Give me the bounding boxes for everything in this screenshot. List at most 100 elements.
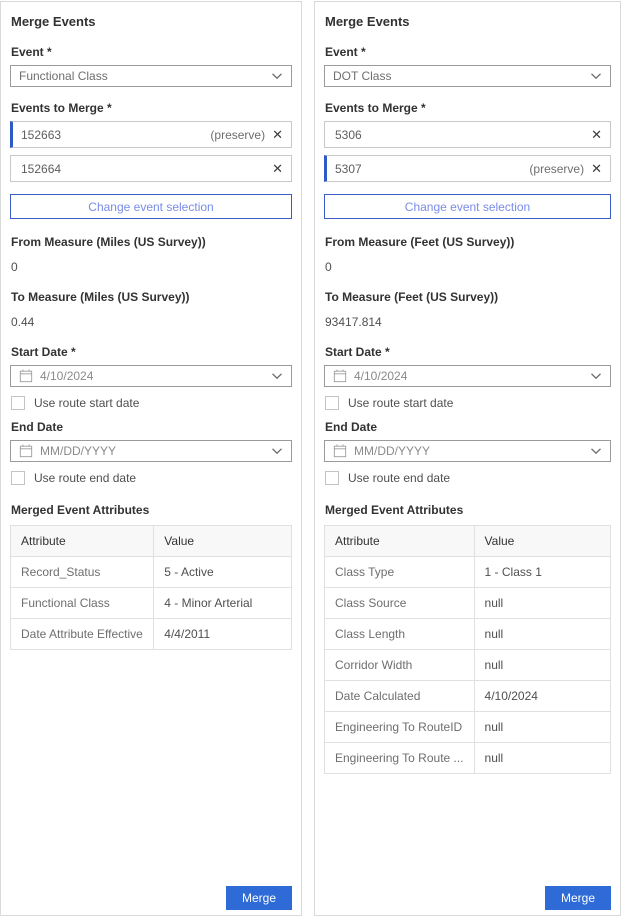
from-measure-label: From Measure (Miles (US Survey)) (11, 235, 292, 249)
use-route-start-date-checkbox[interactable] (325, 396, 339, 410)
end-date-picker[interactable]: MM/DD/YYYY (10, 440, 292, 462)
start-date-picker[interactable]: 4/10/2024 (10, 365, 292, 387)
event-id-input[interactable]: 5307 (preserve) ✕ (324, 155, 611, 182)
event-field: Event * Functional Class (10, 45, 292, 87)
chevron-down-icon (590, 442, 602, 460)
event-id-value: 152663 (21, 128, 210, 142)
use-route-end-date-label: Use route end date (34, 471, 136, 485)
event-id-input[interactable]: 5306 ✕ (324, 121, 611, 148)
event-id-input[interactable]: 152663 (preserve) ✕ (10, 121, 292, 148)
value-cell: null (474, 619, 610, 650)
use-route-end-date-row: Use route end date (11, 471, 292, 485)
calendar-icon (19, 369, 33, 383)
merge-events-panel-right: Merge Events Event * DOT Class Events to… (314, 1, 621, 916)
start-date-label: Start Date * (325, 345, 611, 359)
value-cell: 1 - Class 1 (474, 557, 610, 588)
end-date-picker[interactable]: MM/DD/YYYY (324, 440, 611, 462)
events-to-merge-label: Events to Merge * (11, 101, 292, 115)
chevron-down-icon (271, 442, 283, 460)
use-route-start-date-label: Use route start date (348, 396, 453, 410)
from-measure-label: From Measure (Feet (US Survey)) (325, 235, 611, 249)
attribute-cell: Corridor Width (325, 650, 475, 681)
value-cell: 4 - Minor Arterial (154, 588, 292, 619)
attribute-cell: Engineering To Route ... (325, 743, 475, 774)
attribute-column-header: Attribute (325, 526, 475, 557)
table-row: Engineering To RouteIDnull (325, 712, 611, 743)
merged-event-attributes-table: Attribute Value Record_Status5 - ActiveF… (10, 525, 292, 650)
chevron-down-icon (590, 72, 602, 80)
chevron-down-icon (271, 367, 283, 385)
to-measure-label: To Measure (Miles (US Survey)) (11, 290, 292, 304)
merged-event-attributes-table: Attribute Value Class Type1 - Class 1Cla… (324, 525, 611, 774)
merge-button[interactable]: Merge (226, 886, 292, 910)
close-icon[interactable]: ✕ (272, 162, 283, 175)
close-icon[interactable]: ✕ (272, 128, 283, 141)
table-row: Date Calculated4/10/2024 (325, 681, 611, 712)
calendar-icon (333, 444, 347, 458)
change-event-selection-button[interactable]: Change event selection (324, 194, 611, 219)
event-select-value: DOT Class (333, 69, 590, 83)
event-label: Event * (325, 45, 611, 59)
value-cell: null (474, 712, 610, 743)
attribute-cell: Date Calculated (325, 681, 475, 712)
end-date-label: End Date (11, 420, 292, 434)
use-route-start-date-row: Use route start date (11, 396, 292, 410)
to-measure-label: To Measure (Feet (US Survey)) (325, 290, 611, 304)
attribute-cell: Functional Class (11, 588, 154, 619)
end-date-placeholder: MM/DD/YYYY (354, 444, 583, 458)
event-id-input[interactable]: 152664 ✕ (10, 155, 292, 182)
use-route-start-date-row: Use route start date (325, 396, 611, 410)
use-route-end-date-checkbox[interactable] (325, 471, 339, 485)
start-date-label: Start Date * (11, 345, 292, 359)
preserve-badge: (preserve) (210, 128, 265, 142)
value-column-header: Value (154, 526, 292, 557)
close-icon[interactable]: ✕ (591, 162, 602, 175)
use-route-start-date-checkbox[interactable] (11, 396, 25, 410)
event-id-value: 152664 (21, 162, 265, 176)
table-row: Date Attribute Effective4/4/2011 (11, 619, 292, 650)
event-select[interactable]: Functional Class (10, 65, 292, 87)
attribute-column-header: Attribute (11, 526, 154, 557)
use-route-end-date-checkbox[interactable] (11, 471, 25, 485)
from-measure-value: 0 (325, 260, 611, 274)
event-select-value: Functional Class (19, 69, 271, 83)
merge-button[interactable]: Merge (545, 886, 611, 910)
value-column-header: Value (474, 526, 610, 557)
events-to-merge-label: Events to Merge * (325, 101, 611, 115)
end-date-label: End Date (325, 420, 611, 434)
table-header-row: Attribute Value (11, 526, 292, 557)
page-title: Merge Events (11, 14, 292, 29)
value-cell: null (474, 588, 610, 619)
start-date-picker[interactable]: 4/10/2024 (324, 365, 611, 387)
start-date-value: 4/10/2024 (40, 369, 264, 383)
use-route-end-date-label: Use route end date (348, 471, 450, 485)
page-title: Merge Events (325, 14, 611, 29)
close-icon[interactable]: ✕ (591, 128, 602, 141)
from-measure-value: 0 (11, 260, 292, 274)
preserve-badge: (preserve) (529, 162, 584, 176)
event-id-value: 5306 (335, 128, 584, 142)
table-row: Engineering To Route ...null (325, 743, 611, 774)
attribute-cell: Engineering To RouteID (325, 712, 475, 743)
chevron-down-icon (271, 72, 283, 80)
value-cell: 4/10/2024 (474, 681, 610, 712)
table-row: Record_Status5 - Active (11, 557, 292, 588)
event-select[interactable]: DOT Class (324, 65, 611, 87)
to-measure-value: 0.44 (11, 315, 292, 329)
use-route-end-date-row: Use route end date (325, 471, 611, 485)
attribute-cell: Class Source (325, 588, 475, 619)
to-measure-value: 93417.814 (325, 315, 611, 329)
merged-event-attributes-title: Merged Event Attributes (11, 503, 292, 517)
table-header-row: Attribute Value (325, 526, 611, 557)
chevron-down-icon (590, 367, 602, 385)
start-date-value: 4/10/2024 (354, 369, 583, 383)
use-route-start-date-label: Use route start date (34, 396, 139, 410)
attribute-cell: Date Attribute Effective (11, 619, 154, 650)
event-label: Event * (11, 45, 292, 59)
calendar-icon (333, 369, 347, 383)
events-to-merge-field: Events to Merge * 152663 (preserve) ✕ 15… (10, 101, 292, 219)
attribute-cell: Class Length (325, 619, 475, 650)
table-row: Class Type1 - Class 1 (325, 557, 611, 588)
change-event-selection-button[interactable]: Change event selection (10, 194, 292, 219)
table-row: Class Lengthnull (325, 619, 611, 650)
